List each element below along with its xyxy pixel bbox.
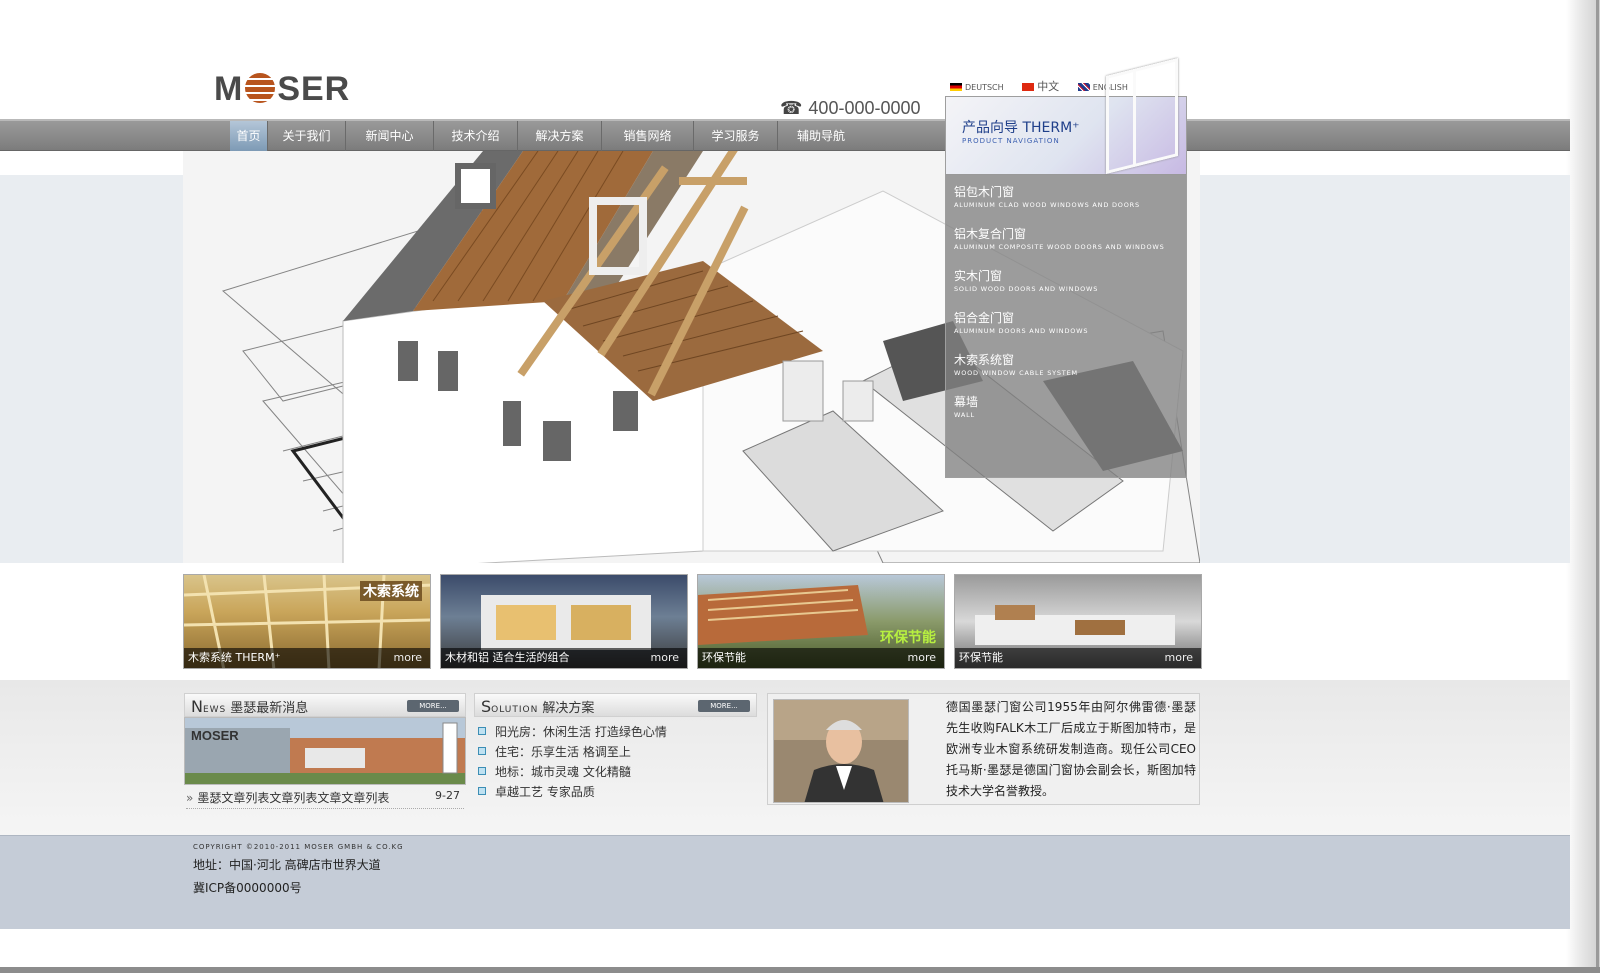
chevron-right-icon: »	[186, 791, 194, 805]
product-item-aluminum-composite-wood[interactable]: 铝木复合门窗 ALUMINUM COMPOSITE WOOD DOORS AND …	[954, 225, 1165, 267]
copyright: COPYRIGHT ©2010-2011 MOSER GMBH & CO.KG	[193, 843, 404, 851]
solution-item-sunroom[interactable]: 阳光房：休闲生活 打造绿色心情	[478, 722, 667, 742]
footer: COPYRIGHT ©2010-2011 MOSER GMBH & CO.KG …	[0, 835, 1570, 929]
nav-about[interactable]: 关于我们	[268, 121, 346, 151]
product-item-wood-cable-system[interactable]: 木索系统窗 WOOD WINDOW CABLE SYSTEM	[954, 351, 1165, 393]
telephone-icon: ☎	[780, 98, 803, 118]
solution-more-button[interactable]: MORE...	[698, 700, 750, 712]
window-frame-icon	[1106, 58, 1178, 174]
nav-solutions[interactable]: 解决方案	[518, 121, 602, 151]
product-item-solid-wood[interactable]: 实木门窗 SOLID WOOD DOORS AND WINDOWS	[954, 267, 1165, 309]
product-navigation-title: 产品向导 THERM⁺	[962, 120, 1080, 136]
nav-home[interactable]: 首页	[230, 121, 268, 151]
nav-learning[interactable]: 学习服务	[694, 121, 778, 151]
nav-tech[interactable]: 技术介绍	[434, 121, 518, 151]
product-navigation-header: 产品向导 THERM⁺ PRODUCT NAVIGATION	[946, 58, 1186, 175]
product-item-aluminum-clad-wood[interactable]: 铝包木门窗 ALUMINUM CLAD WOOD WINDOWS AND DOOR…	[954, 183, 1165, 225]
ceo-photo	[773, 699, 909, 803]
about-company-text: 德国墨瑟门窗公司1955年由阿尔佛雷德·墨瑟先生收购FALK木工厂后成立于斯图加…	[946, 700, 1196, 798]
product-item-wall[interactable]: 幕墙 WALL	[954, 393, 1165, 435]
german-flag-icon	[950, 83, 962, 91]
product-item-aluminum[interactable]: 铝合金门窗 ALUMINUM DOORS AND WINDOWS	[954, 309, 1165, 351]
window-right-edge	[1566, 0, 1600, 973]
logo-stripe-o	[245, 73, 276, 103]
news-list-item[interactable]: » 墨瑟文章列表文章列表文章文章列表 9-27	[186, 789, 464, 809]
solution-item-craft[interactable]: 卓越工艺 专家品质	[478, 782, 667, 802]
window-bottom-edge	[0, 967, 1600, 973]
lang-chinese[interactable]: 中文	[1022, 80, 1067, 93]
product-navigation-subtitle: PRODUCT NAVIGATION	[962, 137, 1060, 145]
thumb-eco-energy-1[interactable]: 环保节能 环保节能 more	[697, 574, 945, 669]
thumb-wood-and-aluminum[interactable]: 木材和铝 适合生活的组合 more	[440, 574, 688, 669]
nav-sales[interactable]: 销售网络	[602, 121, 694, 151]
news-image: MOSER	[184, 717, 466, 785]
main-nav: 首页 关于我们 新闻中心 技术介绍 解决方案 销售网络 学习服务 辅助导航	[230, 121, 864, 151]
chinese-flag-icon	[1022, 83, 1035, 91]
solution-item-landmark[interactable]: 地标：城市灵魂 文化精髓	[478, 762, 667, 782]
about-company-box: 德国墨瑟门窗公司1955年由阿尔佛雷德·墨瑟先生收购FALK木工厂后成立于斯图加…	[767, 693, 1200, 805]
solution-list: 阳光房：休闲生活 打造绿色心情 住宅：乐享生活 格调至上 地标：城市灵魂 文化精…	[478, 722, 667, 802]
news-more-button[interactable]: MORE...	[407, 700, 459, 712]
icp-record[interactable]: 冀ICP备0000000号	[193, 879, 302, 896]
thumb-wood-cable-system[interactable]: 木索系统 木索系统 THERM⁺ more	[183, 574, 431, 669]
thumb-eco-energy-2[interactable]: 环保节能 more	[954, 574, 1202, 669]
moser-logo[interactable]: M SER	[214, 70, 350, 109]
nav-news[interactable]: 新闻中心	[346, 121, 434, 151]
news-header: NEWS 墨瑟最新消息 MORE...	[184, 693, 466, 717]
uk-flag-icon	[1077, 83, 1090, 91]
news-image-logo: MOSER	[191, 728, 239, 743]
solution-header: SOLUTION 解决方案 MORE...	[474, 693, 757, 717]
lang-deutsch[interactable]: DEUTSCH	[950, 83, 1012, 92]
product-navigation-panel: 产品向导 THERM⁺ PRODUCT NAVIGATION 铝包木门窗 ALUM…	[945, 58, 1187, 478]
solution-item-residence[interactable]: 住宅：乐享生活 格调至上	[478, 742, 667, 762]
nav-assist[interactable]: 辅助导航	[778, 121, 864, 151]
address: 地址：中国·河北 高碑店市世界大道	[193, 858, 381, 872]
phone-number: ☎ 400-000-0000	[780, 98, 921, 118]
feature-thumbnails: 木索系统 木索系统 THERM⁺ more 木材和铝 适合生活的组合 more 环保…	[183, 574, 1202, 669]
